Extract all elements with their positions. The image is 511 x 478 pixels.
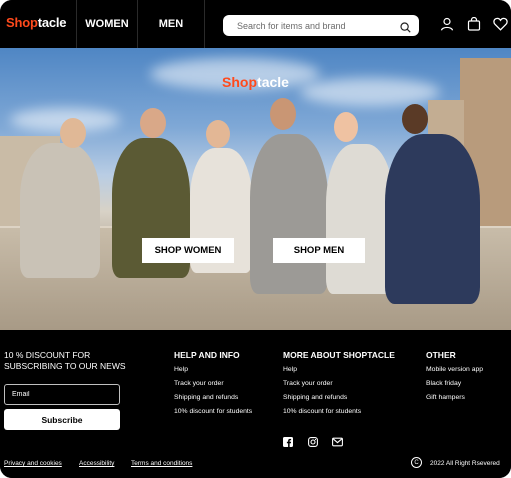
privacy-link[interactable]: Privacy and cookies	[4, 460, 62, 467]
model-figure	[385, 134, 480, 304]
search-input[interactable]	[237, 20, 400, 31]
header-divider	[204, 0, 205, 48]
footer-link-mobile-app[interactable]: Mobile version app	[426, 366, 483, 373]
newsletter-heading-line: SUBSCRIBING TO OUR NEWS	[4, 361, 126, 371]
footer-link-black-friday[interactable]: Black friday	[426, 380, 461, 387]
hero-banner: Shoptacle SHOP WOMEN SHOP MEN	[0, 48, 511, 330]
logo-part-1: Shop	[6, 15, 38, 30]
copyright-icon: C	[411, 457, 422, 468]
model-head	[60, 118, 86, 148]
shop-men-button[interactable]: SHOP MEN	[273, 238, 365, 263]
newsletter-heading: 10 % DISCOUNT FOR SUBSCRIBING TO OUR NEW…	[4, 350, 126, 372]
footer-link-gift-hampers[interactable]: Gift hampers	[426, 394, 465, 401]
model-head	[140, 108, 166, 138]
page-frame: Shoptacle WOMEN MEN Search for items and…	[0, 0, 511, 478]
nav-women[interactable]: WOMEN	[77, 0, 137, 48]
footer-heading-other: OTHER	[426, 350, 456, 360]
search-icon[interactable]	[400, 20, 411, 33]
hero-logo-part-1: Shop	[222, 74, 258, 90]
hero-logo-part-2: tacle	[257, 74, 289, 90]
email-field[interactable]	[12, 391, 119, 398]
copyright-text: 2022 All Right Rsevered	[430, 460, 500, 467]
model-head	[270, 98, 296, 130]
header: Shoptacle WOMEN MEN	[0, 0, 511, 48]
terms-link[interactable]: Terms and conditions	[131, 460, 192, 467]
newsletter-heading-line: 10 % DISCOUNT FOR	[4, 350, 91, 360]
accessibility-link[interactable]: Accessibility	[79, 460, 114, 467]
footer-link-track-order[interactable]: Track your order	[283, 380, 333, 387]
bag-icon[interactable]	[466, 16, 482, 32]
subscribe-button[interactable]: Subscribe	[4, 409, 120, 430]
heart-icon[interactable]	[492, 16, 508, 32]
footer-link-help[interactable]: Help	[283, 366, 297, 373]
footer: 10 % DISCOUNT FOR SUBSCRIBING TO OUR NEW…	[0, 330, 511, 478]
footer-link-shipping[interactable]: Shipping and refunds	[174, 394, 238, 401]
mail-icon[interactable]	[332, 434, 343, 447]
hero-logo: Shoptacle	[0, 74, 511, 90]
email-field-box	[4, 384, 120, 405]
footer-link-student-discount[interactable]: 10% discount for students	[174, 408, 252, 415]
footer-link-student-discount[interactable]: 10% discount for students	[283, 408, 361, 415]
footer-heading-more-about: MORE ABOUT SHOPTACLE	[283, 350, 395, 360]
facebook-icon[interactable]	[283, 434, 293, 447]
model-figure	[326, 144, 394, 294]
instagram-icon[interactable]	[308, 434, 318, 447]
footer-link-shipping[interactable]: Shipping and refunds	[283, 394, 347, 401]
shop-women-button[interactable]: SHOP WOMEN	[142, 238, 234, 263]
footer-link-help[interactable]: Help	[174, 366, 188, 373]
search-bar	[223, 15, 419, 36]
footer-heading-help: HELP AND INFO	[174, 350, 240, 360]
logo-part-2: tacle	[37, 15, 67, 30]
model-head	[402, 104, 428, 134]
nav-men[interactable]: MEN	[138, 0, 204, 48]
user-icon[interactable]	[439, 16, 455, 32]
model-figure	[250, 134, 328, 294]
footer-link-track-order[interactable]: Track your order	[174, 380, 224, 387]
model-figure	[20, 143, 100, 278]
model-head	[334, 112, 358, 142]
logo[interactable]: Shoptacle	[6, 15, 67, 30]
model-head	[206, 120, 230, 148]
